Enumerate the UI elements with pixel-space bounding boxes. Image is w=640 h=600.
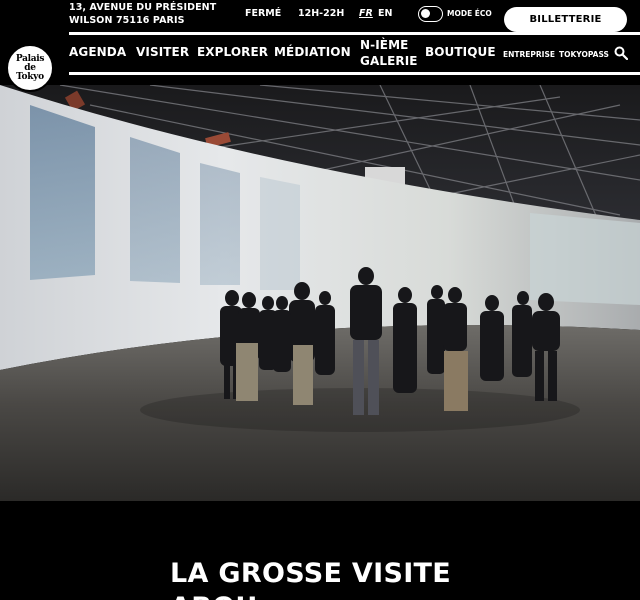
search-icon[interactable]	[614, 46, 628, 60]
nav-item-boutique[interactable]: BOUTIQUE	[425, 45, 496, 59]
logo-line-3: Tokyo	[16, 71, 44, 82]
eco-mode-knob	[421, 9, 430, 18]
opening-status: FERMÉ	[245, 8, 282, 19]
nav-item-entreprise[interactable]: ENTREPRISE	[503, 50, 555, 59]
ticket-button[interactable]: BILLETTERIE	[504, 7, 627, 32]
language-en[interactable]: EN	[378, 8, 392, 19]
address-line-1: 13, AVENUE DU PRÉSIDENT	[69, 2, 217, 13]
nav-item-visiter[interactable]: VISITER	[136, 45, 189, 59]
nav-item-galerie-line-1: N-IÈME	[360, 38, 409, 52]
hero-image	[0, 85, 640, 501]
eco-mode-label: MODE ÉCO	[447, 9, 492, 18]
nav-item-galerie-line-2: GALERIE	[360, 54, 418, 68]
language-fr[interactable]: FR	[359, 8, 373, 19]
hero-title-line-2: ABOU	[170, 591, 451, 600]
nav-item-mediation[interactable]: MÉDIATION	[274, 45, 351, 59]
nav-item-n-ieme-galerie[interactable]: N-IÈME GALERIE	[360, 37, 418, 69]
address-line-2: WILSON 75116 PARIS	[69, 15, 185, 26]
palais-de-tokyo-logo[interactable]: Palais de Tokyo	[6, 44, 54, 92]
header-divider-top	[69, 32, 640, 35]
opening-hours: 12H-22H	[298, 8, 345, 19]
nav-item-agenda[interactable]: AGENDA	[69, 45, 126, 59]
hero-title[interactable]: LA GROSSE VISITE ABOU	[170, 557, 451, 600]
nav-item-tokyopass[interactable]: TOKYOPASS	[559, 50, 609, 59]
eco-mode-toggle[interactable]	[418, 6, 443, 22]
hero-title-line-1: LA GROSSE VISITE	[170, 558, 452, 589]
exhibition-hall-illustration	[0, 85, 640, 501]
address: 13, AVENUE DU PRÉSIDENT WILSON 75116 PAR…	[69, 1, 216, 27]
site-header: 13, AVENUE DU PRÉSIDENT WILSON 75116 PAR…	[0, 0, 640, 85]
nav-item-explorer[interactable]: EXPLORER	[197, 45, 268, 59]
header-divider-bottom	[69, 72, 640, 75]
